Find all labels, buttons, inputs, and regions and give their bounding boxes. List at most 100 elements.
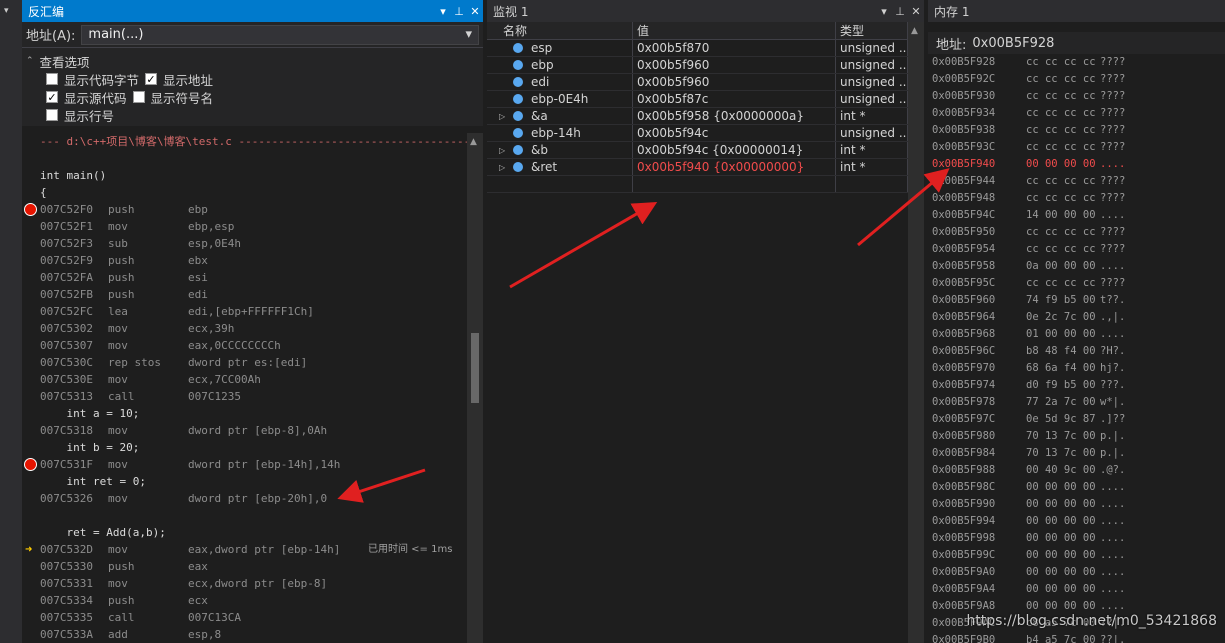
watch-name-cell[interactable]: ebp bbox=[487, 57, 633, 73]
watch-name-cell[interactable]: ▷ &ret bbox=[487, 159, 633, 175]
watch-value[interactable]: 0x00b5f960 bbox=[633, 57, 836, 73]
watch-value[interactable]: 0x00b5f870 bbox=[633, 40, 836, 56]
asm-line[interactable]: 007C5326 mov dword ptr [ebp-20h],0 bbox=[22, 490, 467, 507]
window-menu-icon[interactable]: ▾ bbox=[435, 5, 451, 18]
asm-line[interactable]: 007C533A add esp,8 bbox=[22, 626, 467, 643]
asm-line[interactable]: 007C5334 push ecx bbox=[22, 592, 467, 609]
watch-name-cell[interactable]: ebp-14h bbox=[487, 125, 633, 141]
watch-value[interactable]: 0x00b5f87c bbox=[633, 91, 836, 107]
asm-line[interactable]: 007C52FB push edi bbox=[22, 286, 467, 303]
watch-name-cell[interactable]: esp bbox=[487, 40, 633, 56]
memory-chars: .,|. bbox=[1100, 311, 1126, 323]
pin-icon[interactable]: ⊥ bbox=[451, 5, 467, 18]
disassembly-code[interactable]: --- d:\c++项目\博客\博客\test.c --------------… bbox=[22, 133, 470, 643]
memory-bytes: d0 f9 b5 00 bbox=[1026, 379, 1096, 391]
watch-row[interactable]: edi 0x00b5f960 unsigned ... bbox=[487, 74, 908, 91]
asm-line[interactable]: ➜ 007C532D mov eax,dword ptr [ebp-14h] 已用时间 … bbox=[22, 541, 467, 558]
instruction-address: 007C533A bbox=[40, 628, 93, 641]
blank-line[interactable] bbox=[22, 150, 467, 167]
asm-line[interactable]: 007C52F1 mov ebp,esp bbox=[22, 218, 467, 235]
watch-type: unsigned ... bbox=[836, 57, 908, 73]
expand-icon[interactable]: ▷ bbox=[499, 142, 513, 158]
watch-row[interactable]: ▷ &a 0x00b5f958 {0x0000000a} int * bbox=[487, 108, 908, 125]
watch-value[interactable]: 0x00b5f94c bbox=[633, 125, 836, 141]
view-options-toggle[interactable]: ⌃ 查看选项 bbox=[26, 52, 483, 70]
watch-row[interactable]: ▷ &b 0x00b5f94c {0x00000014} int * bbox=[487, 142, 908, 159]
watch-value[interactable]: 0x00b5f960 bbox=[633, 74, 836, 90]
column-value[interactable]: 值 bbox=[633, 22, 836, 39]
source-checkbox[interactable]: ✓ bbox=[46, 91, 58, 103]
asm-line[interactable]: 007C52FA push esi bbox=[22, 269, 467, 286]
disassembly-scrollbar[interactable]: ▲ bbox=[467, 133, 483, 643]
asm-line[interactable]: 007C5313 call 007C1235 bbox=[22, 388, 467, 405]
breakpoint-icon[interactable] bbox=[24, 458, 37, 471]
disassembly-titlebar[interactable]: 反汇编 ▾ ⊥ ✕ bbox=[22, 0, 483, 22]
pin-icon[interactable]: ⊥ bbox=[892, 5, 908, 18]
watch-row[interactable]: esp 0x00b5f870 unsigned ... bbox=[487, 40, 908, 57]
memory-chars: ?H?. bbox=[1100, 345, 1126, 357]
asm-line[interactable]: 007C52FC lea edi,[ebp+FFFFFF1Ch] bbox=[22, 303, 467, 320]
variable-icon bbox=[513, 162, 523, 172]
watch-row[interactable]: ebp-14h 0x00b5f94c unsigned ... bbox=[487, 125, 908, 142]
asm-line[interactable]: 007C531F mov dword ptr [ebp-14h],14h bbox=[22, 456, 467, 473]
source-line[interactable]: int main() bbox=[22, 167, 467, 184]
watch-value[interactable]: 0x00b5f940 {0x00000000} bbox=[633, 159, 836, 175]
watch-empty-row[interactable] bbox=[487, 176, 908, 193]
scroll-up-icon[interactable]: ▲ bbox=[911, 26, 918, 36]
asm-line[interactable]: 007C5318 mov dword ptr [ebp-8],0Ah bbox=[22, 422, 467, 439]
close-icon[interactable]: ✕ bbox=[908, 5, 924, 18]
watch-row[interactable]: ebp-0E4h 0x00b5f87c unsigned ... bbox=[487, 91, 908, 108]
asm-line[interactable]: 007C530E mov ecx,7CC00Ah bbox=[22, 371, 467, 388]
dock-arrow-icon[interactable]: ▾ bbox=[4, 6, 9, 16]
column-type[interactable]: 类型 bbox=[836, 22, 908, 39]
watch-name-cell[interactable]: ▷ &b bbox=[487, 142, 633, 158]
memory-bytes: 14 00 00 00 bbox=[1026, 209, 1096, 221]
source-line[interactable]: int b = 20; bbox=[22, 439, 467, 456]
watch-row[interactable]: ebp 0x00b5f960 unsigned ... bbox=[487, 57, 908, 74]
source-line[interactable]: { bbox=[22, 184, 467, 201]
source-line[interactable]: ret = Add(a,b); bbox=[22, 524, 467, 541]
watch-name-cell[interactable]: edi bbox=[487, 74, 633, 90]
memory-titlebar[interactable]: 内存 1 bbox=[928, 0, 1225, 22]
memory-address: 0x00B5F97C bbox=[932, 413, 996, 425]
address-combo[interactable]: main(...) ▾ bbox=[81, 24, 479, 45]
asm-line[interactable]: 007C5335 call 007C13CA bbox=[22, 609, 467, 626]
asm-line[interactable]: 007C52F3 sub esp,0E4h bbox=[22, 235, 467, 252]
source-line[interactable]: int a = 10; bbox=[22, 405, 467, 422]
close-icon[interactable]: ✕ bbox=[467, 5, 483, 18]
watch-row[interactable]: ▷ &ret 0x00b5f940 {0x00000000} int * bbox=[487, 159, 908, 176]
expand-icon[interactable]: ▷ bbox=[499, 108, 513, 124]
watch-name-cell[interactable]: ebp-0E4h bbox=[487, 91, 633, 107]
asm-line[interactable]: 007C5307 mov eax,0CCCCCCCCh bbox=[22, 337, 467, 354]
code-bytes-checkbox[interactable] bbox=[46, 73, 58, 85]
watch-titlebar[interactable]: 监视 1 ▾ ⊥ ✕ bbox=[487, 0, 924, 22]
watch-value[interactable]: 0x00b5f94c {0x00000014} bbox=[633, 142, 836, 158]
asm-line[interactable]: 007C530C rep stos dword ptr es:[edi] bbox=[22, 354, 467, 371]
asm-line[interactable]: 007C5302 mov ecx,39h bbox=[22, 320, 467, 337]
address-checkbox[interactable]: ✓ bbox=[145, 73, 158, 85]
scroll-up-icon[interactable]: ▲ bbox=[470, 137, 477, 147]
asm-line[interactable]: 007C5330 push eax bbox=[22, 558, 467, 575]
scrollbar-thumb[interactable] bbox=[471, 333, 479, 403]
column-name[interactable]: 名称 bbox=[487, 22, 633, 39]
instruction-address: 007C52FA bbox=[40, 271, 93, 284]
source-line[interactable]: int ret = 0; bbox=[22, 473, 467, 490]
watch-scrollbar[interactable]: ▲ bbox=[908, 22, 924, 643]
breakpoint-icon[interactable] bbox=[24, 203, 37, 216]
line-numbers-checkbox[interactable] bbox=[46, 109, 58, 121]
window-menu-icon[interactable]: ▾ bbox=[876, 5, 892, 18]
current-instruction-icon: ➜ bbox=[25, 542, 33, 556]
asm-line[interactable]: 007C52F9 push ebx bbox=[22, 252, 467, 269]
watch-name-cell[interactable]: ▷ &a bbox=[487, 108, 633, 124]
expand-icon[interactable]: ▷ bbox=[499, 159, 513, 175]
asm-line[interactable]: 007C5331 mov ecx,dword ptr [ebp-8] bbox=[22, 575, 467, 592]
source-line[interactable]: --- d:\c++项目\博客\博客\test.c --------------… bbox=[22, 133, 470, 150]
instruction-address: 007C52F0 bbox=[40, 203, 93, 216]
asm-line[interactable]: 007C52F0 push ebp bbox=[22, 201, 467, 218]
memory-address: 0x00B5F988 bbox=[932, 464, 996, 476]
watch-value[interactable]: 0x00b5f958 {0x0000000a} bbox=[633, 108, 836, 124]
blank-line[interactable] bbox=[22, 507, 467, 524]
memory-address-input[interactable]: 0x00B5F928 bbox=[972, 36, 1054, 51]
symbols-checkbox[interactable] bbox=[132, 91, 145, 103]
memory-address: 0x00B5F98C bbox=[932, 481, 996, 493]
